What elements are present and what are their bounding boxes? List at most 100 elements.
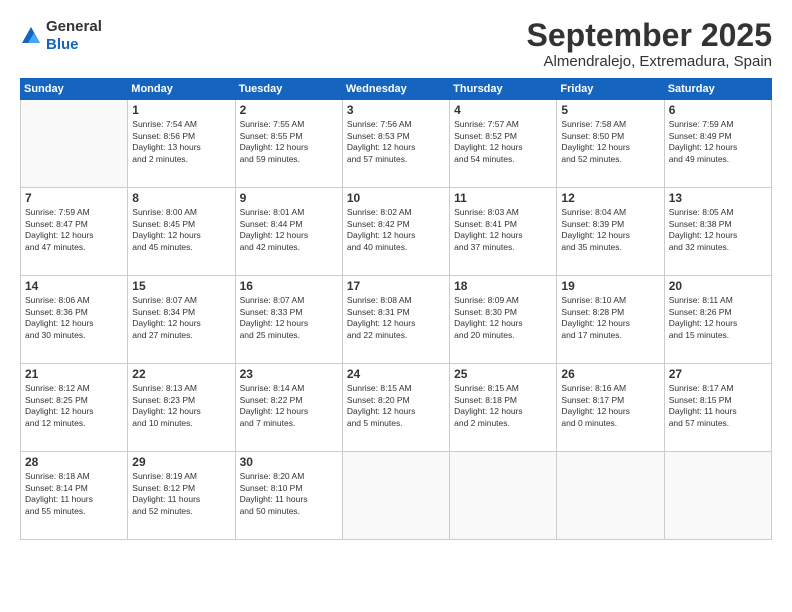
calendar-cell: 29Sunrise: 8:19 AM Sunset: 8:12 PM Dayli… xyxy=(128,452,235,540)
day-number: 11 xyxy=(454,191,552,205)
calendar-cell: 17Sunrise: 8:08 AM Sunset: 8:31 PM Dayli… xyxy=(342,276,449,364)
day-number: 3 xyxy=(347,103,445,117)
day-of-week-header: Thursday xyxy=(450,79,557,100)
calendar-cell: 1 Sunrise: 7:54 AM Sunset: 8:56 PM Daylig… xyxy=(128,100,235,188)
day-of-week-header: Friday xyxy=(557,79,664,100)
day-info: Sunrise: 8:09 AM Sunset: 8:30 PM Dayligh… xyxy=(454,295,552,341)
day-number: 6 xyxy=(669,103,767,117)
day-info: Sunrise: 7:54 AM Sunset: 8:56 PM Dayligh… xyxy=(132,119,230,165)
calendar-cell xyxy=(450,452,557,540)
day-info: Sunrise: 8:11 AM Sunset: 8:26 PM Dayligh… xyxy=(669,295,767,341)
calendar-cell: 30 Sunrise: 8:20 AM Sunset: 8:10 PM Dayli… xyxy=(235,452,342,540)
calendar-cell: 13Sunrise: 8:05 AM Sunset: 8:38 PM Dayli… xyxy=(664,188,771,276)
day-of-week-header: Wednesday xyxy=(342,79,449,100)
day-info: Sunrise: 8:06 AM Sunset: 8:36 PM Dayligh… xyxy=(25,295,123,341)
day-of-week-header: Sunday xyxy=(21,79,128,100)
header: General Blue September 2025 Almendralejo… xyxy=(20,18,772,70)
day-number: 24 xyxy=(347,367,445,381)
day-number: 15 xyxy=(132,279,230,293)
day-info: Sunrise: 8:02 AM Sunset: 8:42 PM Dayligh… xyxy=(347,207,445,253)
day-info: Sunrise: 8:13 AM Sunset: 8:23 PM Dayligh… xyxy=(132,383,230,429)
day-info: Sunrise: 8:07 AM Sunset: 8:33 PM Dayligh… xyxy=(240,295,338,341)
day-header-row: SundayMondayTuesdayWednesdayThursdayFrid… xyxy=(21,79,772,100)
calendar-cell: 27 Sunrise: 8:17 AM Sunset: 8:15 PM Dayli… xyxy=(664,364,771,452)
day-info: Sunrise: 8:05 AM Sunset: 8:38 PM Dayligh… xyxy=(669,207,767,253)
page: General Blue September 2025 Almendralejo… xyxy=(0,0,792,612)
day-info: Sunrise: 7:59 AM Sunset: 8:49 PM Dayligh… xyxy=(669,119,767,165)
calendar-cell: 15 Sunrise: 8:07 AM Sunset: 8:34 PM Dayli… xyxy=(128,276,235,364)
logo-icon xyxy=(20,25,42,47)
day-info: Sunrise: 8:01 AM Sunset: 8:44 PM Dayligh… xyxy=(240,207,338,253)
calendar-cell: 25 Sunrise: 8:15 AM Sunset: 8:18 PM Dayli… xyxy=(450,364,557,452)
calendar-cell: 3 Sunrise: 7:56 AM Sunset: 8:53 PM Daylig… xyxy=(342,100,449,188)
day-info: Sunrise: 7:57 AM Sunset: 8:52 PM Dayligh… xyxy=(454,119,552,165)
day-info: Sunrise: 8:15 AM Sunset: 8:18 PM Dayligh… xyxy=(454,383,552,429)
calendar-cell: 18 Sunrise: 8:09 AM Sunset: 8:30 PM Dayli… xyxy=(450,276,557,364)
logo-general: General xyxy=(46,18,102,35)
calendar-cell: 6 Sunrise: 7:59 AM Sunset: 8:49 PM Daylig… xyxy=(664,100,771,188)
calendar-cell: 10 Sunrise: 8:02 AM Sunset: 8:42 PM Dayli… xyxy=(342,188,449,276)
day-number: 22 xyxy=(132,367,230,381)
calendar-cell: 26Sunrise: 8:16 AM Sunset: 8:17 PM Dayli… xyxy=(557,364,664,452)
location-title: Almendralejo, Extremadura, Spain xyxy=(527,53,772,70)
calendar-week-row: 14 Sunrise: 8:06 AM Sunset: 8:36 PM Dayli… xyxy=(21,276,772,364)
day-number: 18 xyxy=(454,279,552,293)
day-number: 14 xyxy=(25,279,123,293)
day-info: Sunrise: 8:07 AM Sunset: 8:34 PM Dayligh… xyxy=(132,295,230,341)
day-info: Sunrise: 8:03 AM Sunset: 8:41 PM Dayligh… xyxy=(454,207,552,253)
day-info: Sunrise: 8:12 AM Sunset: 8:25 PM Dayligh… xyxy=(25,383,123,429)
day-number: 7 xyxy=(25,191,123,205)
day-info: Sunrise: 8:16 AM Sunset: 8:17 PM Dayligh… xyxy=(561,383,659,429)
day-number: 5 xyxy=(561,103,659,117)
day-number: 25 xyxy=(454,367,552,381)
day-number: 9 xyxy=(240,191,338,205)
day-of-week-header: Tuesday xyxy=(235,79,342,100)
day-number: 28 xyxy=(25,455,123,469)
calendar-cell: 22 Sunrise: 8:13 AM Sunset: 8:23 PM Dayli… xyxy=(128,364,235,452)
day-info: Sunrise: 7:56 AM Sunset: 8:53 PM Dayligh… xyxy=(347,119,445,165)
calendar-cell: 16Sunrise: 8:07 AM Sunset: 8:33 PM Dayli… xyxy=(235,276,342,364)
calendar-cell xyxy=(557,452,664,540)
calendar-cell: 12Sunrise: 8:04 AM Sunset: 8:39 PM Dayli… xyxy=(557,188,664,276)
day-of-week-header: Saturday xyxy=(664,79,771,100)
calendar-cell: 11 Sunrise: 8:03 AM Sunset: 8:41 PM Dayli… xyxy=(450,188,557,276)
logo: General Blue xyxy=(20,18,102,54)
calendar-cell: 9 Sunrise: 8:01 AM Sunset: 8:44 PM Daylig… xyxy=(235,188,342,276)
calendar-cell: 4Sunrise: 7:57 AM Sunset: 8:52 PM Daylig… xyxy=(450,100,557,188)
calendar-cell xyxy=(664,452,771,540)
day-number: 8 xyxy=(132,191,230,205)
day-number: 17 xyxy=(347,279,445,293)
month-title: September 2025 xyxy=(527,18,772,53)
logo-blue: Blue xyxy=(46,36,79,53)
day-info: Sunrise: 8:15 AM Sunset: 8:20 PM Dayligh… xyxy=(347,383,445,429)
day-number: 27 xyxy=(669,367,767,381)
calendar-week-row: 1 Sunrise: 7:54 AM Sunset: 8:56 PM Daylig… xyxy=(21,100,772,188)
day-info: Sunrise: 8:18 AM Sunset: 8:14 PM Dayligh… xyxy=(25,471,123,517)
day-info: Sunrise: 8:14 AM Sunset: 8:22 PM Dayligh… xyxy=(240,383,338,429)
day-info: Sunrise: 7:58 AM Sunset: 8:50 PM Dayligh… xyxy=(561,119,659,165)
day-number: 19 xyxy=(561,279,659,293)
day-number: 29 xyxy=(132,455,230,469)
day-info: Sunrise: 8:10 AM Sunset: 8:28 PM Dayligh… xyxy=(561,295,659,341)
calendar-cell: 5 Sunrise: 7:58 AM Sunset: 8:50 PM Daylig… xyxy=(557,100,664,188)
day-number: 20 xyxy=(669,279,767,293)
day-number: 12 xyxy=(561,191,659,205)
day-number: 10 xyxy=(347,191,445,205)
calendar-cell: 24 Sunrise: 8:15 AM Sunset: 8:20 PM Dayli… xyxy=(342,364,449,452)
calendar-cell: 19 Sunrise: 8:10 AM Sunset: 8:28 PM Dayli… xyxy=(557,276,664,364)
calendar-cell xyxy=(21,100,128,188)
calendar-cell: 14 Sunrise: 8:06 AM Sunset: 8:36 PM Dayli… xyxy=(21,276,128,364)
calendar-cell: 7Sunrise: 7:59 AM Sunset: 8:47 PM Daylig… xyxy=(21,188,128,276)
logo-text: General Blue xyxy=(46,18,102,54)
day-info: Sunrise: 8:17 AM Sunset: 8:15 PM Dayligh… xyxy=(669,383,767,429)
day-number: 30 xyxy=(240,455,338,469)
day-info: Sunrise: 7:55 AM Sunset: 8:55 PM Dayligh… xyxy=(240,119,338,165)
day-info: Sunrise: 8:20 AM Sunset: 8:10 PM Dayligh… xyxy=(240,471,338,517)
title-area: September 2025 Almendralejo, Extremadura… xyxy=(527,18,772,70)
day-number: 1 xyxy=(132,103,230,117)
day-of-week-header: Monday xyxy=(128,79,235,100)
day-info: Sunrise: 8:00 AM Sunset: 8:45 PM Dayligh… xyxy=(132,207,230,253)
day-number: 23 xyxy=(240,367,338,381)
calendar-cell: 8 Sunrise: 8:00 AM Sunset: 8:45 PM Daylig… xyxy=(128,188,235,276)
calendar-cell xyxy=(342,452,449,540)
